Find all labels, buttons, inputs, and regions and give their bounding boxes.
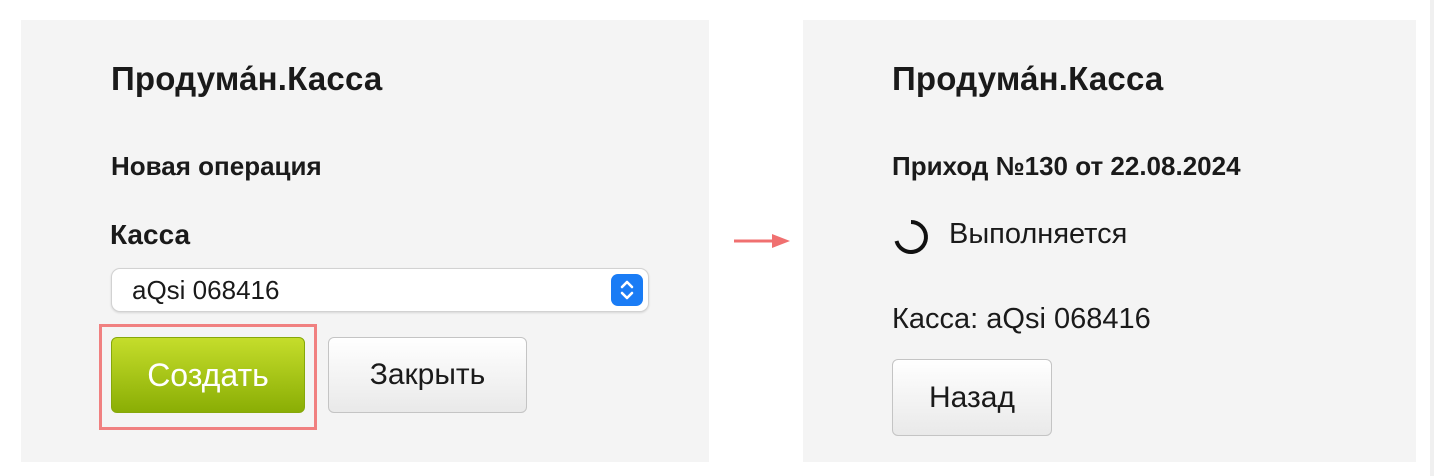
app-title: Продума́н.Касса [111, 60, 383, 97]
chevron-up-down-icon [611, 274, 643, 306]
register-select[interactable]: aQsi 068416 [111, 268, 649, 312]
section-title: Новая операция [111, 151, 322, 181]
close-button[interactable]: Закрыть [328, 337, 527, 413]
back-button[interactable]: Назад [892, 359, 1052, 436]
register-info: Касса: aQsi 068416 [892, 303, 1151, 335]
screenshot-canvas: Продума́н.Касса Новая операция Касса aQs… [0, 0, 1434, 476]
status-text: Выполняется [949, 218, 1128, 250]
arrow-right-icon [734, 231, 794, 251]
register-label: Касса [110, 219, 191, 250]
create-button[interactable]: Создать [111, 337, 305, 413]
operation-title: Приход №130 от 22.08.2024 [892, 151, 1241, 181]
register-select-value: aQsi 068416 [132, 275, 280, 305]
window-edge [1430, 0, 1434, 476]
operation-status-panel: Продума́н.Касса Приход №130 от 22.08.202… [803, 20, 1416, 462]
app-title: Продума́н.Касса [892, 60, 1164, 97]
spinner-icon [892, 218, 930, 256]
new-operation-panel: Продума́н.Касса Новая операция Касса aQs… [21, 20, 709, 462]
